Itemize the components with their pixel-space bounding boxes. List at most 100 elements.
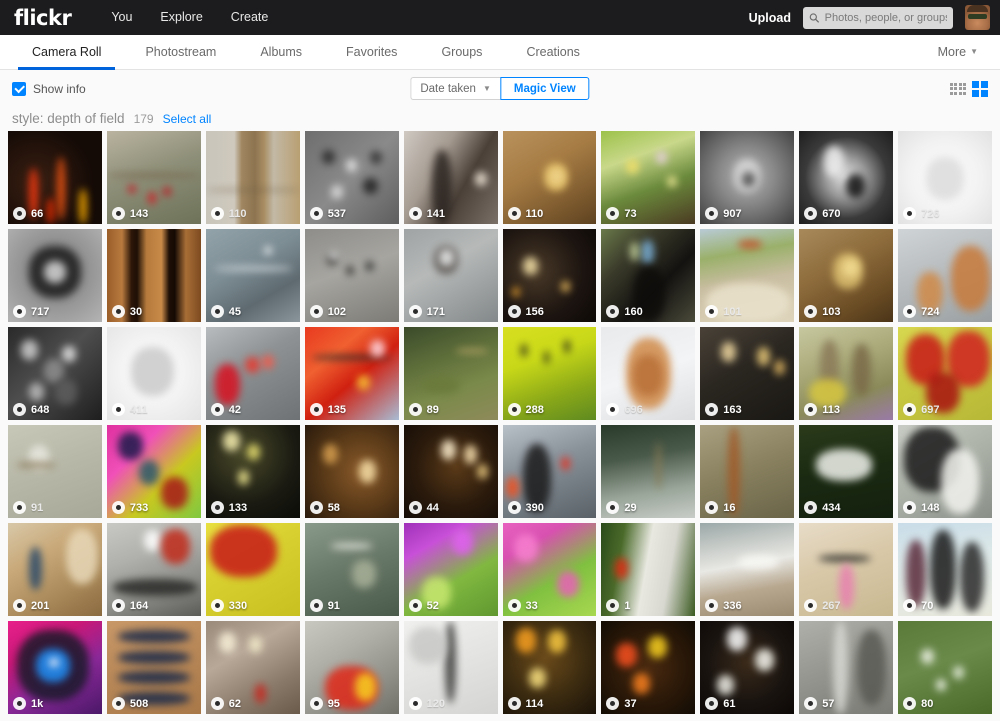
photo-tile[interactable]: 133 — [205, 425, 300, 518]
photo-tile[interactable]: 42 — [205, 327, 300, 420]
show-info-checkbox[interactable] — [12, 81, 26, 96]
photo-tile[interactable]: 95 — [304, 621, 399, 714]
photo-tile[interactable]: 143 — [106, 131, 201, 224]
photo-tile[interactable]: 101 — [700, 229, 795, 322]
eye-icon — [903, 305, 917, 318]
photo-tile[interactable]: 434 — [799, 425, 894, 518]
photo-tile[interactable]: 411 — [106, 327, 201, 420]
search-box[interactable] — [803, 6, 953, 29]
photo-tile[interactable]: 537 — [304, 131, 399, 224]
more-menu-button[interactable]: More ▼ — [938, 35, 990, 69]
photo-accent-shape — [118, 650, 190, 664]
photo-tile[interactable]: 57 — [799, 621, 894, 714]
photo-tile[interactable]: 73 — [601, 131, 696, 224]
photo-tile[interactable]: 110 — [205, 131, 300, 224]
photo-stats: 411 — [111, 403, 148, 416]
photo-tile[interactable]: 156 — [502, 229, 597, 322]
user-avatar[interactable] — [965, 5, 990, 30]
photo-tile[interactable]: 141 — [403, 131, 498, 224]
photo-tile[interactable]: 733 — [106, 425, 201, 518]
photo-stats: 73 — [606, 207, 637, 220]
nav-you[interactable]: You — [97, 0, 146, 35]
photo-tile[interactable]: 267 — [799, 523, 894, 616]
photo-tile[interactable]: 1 — [601, 523, 696, 616]
photo-tile[interactable]: 164 — [106, 523, 201, 616]
photo-tile[interactable]: 390 — [502, 425, 597, 518]
photo-tile[interactable]: 330 — [205, 523, 300, 616]
upload-button[interactable]: Upload — [749, 11, 791, 25]
photo-accent-shape — [444, 621, 457, 703]
photo-tile[interactable]: 91 — [8, 425, 102, 518]
photo-tile[interactable]: 148 — [898, 425, 992, 518]
photo-tile[interactable]: 288 — [502, 327, 597, 420]
eye-icon — [111, 599, 125, 612]
photo-tile[interactable]: 61 — [700, 621, 795, 714]
photo-tile[interactable]: 1k — [8, 621, 102, 714]
tab-favorites[interactable]: Favorites — [324, 35, 419, 69]
photo-stats: 133 — [210, 501, 247, 514]
photo-tile[interactable]: 724 — [898, 229, 992, 322]
tab-creations[interactable]: Creations — [504, 35, 602, 69]
photo-accent-shape — [47, 197, 54, 224]
photo-tile[interactable]: 33 — [502, 523, 597, 616]
photo-tile[interactable]: 135 — [304, 327, 399, 420]
photo-tile[interactable]: 52 — [403, 523, 498, 616]
photo-accent-shape — [441, 439, 457, 461]
flickr-logo[interactable]: flickr — [14, 6, 72, 30]
eye-icon — [804, 697, 818, 710]
photo-tile[interactable]: 89 — [403, 327, 498, 420]
photo-tile[interactable]: 66 — [8, 131, 102, 224]
photo-tile[interactable]: 696 — [601, 327, 696, 420]
sort-dropdown[interactable]: Date taken ▼ — [410, 77, 500, 100]
photo-tile[interactable]: 114 — [502, 621, 597, 714]
photo-tile[interactable]: 44 — [403, 425, 498, 518]
grid-large-icon[interactable] — [972, 80, 988, 97]
photo-tile[interactable]: 58 — [304, 425, 399, 518]
photo-tile[interactable]: 508 — [106, 621, 201, 714]
select-all-link[interactable]: Select all — [163, 112, 212, 126]
photo-tile[interactable]: 201 — [8, 523, 102, 616]
tab-camera-roll[interactable]: Camera Roll — [10, 35, 123, 70]
nav-create[interactable]: Create — [217, 0, 283, 35]
photo-stats: 61 — [705, 697, 736, 710]
photo-tile[interactable]: 102 — [304, 229, 399, 322]
primary-nav: You Explore Create — [97, 0, 282, 35]
photo-tile[interactable]: 163 — [700, 327, 795, 420]
photo-tile[interactable]: 697 — [898, 327, 992, 420]
photo-tile[interactable]: 336 — [700, 523, 795, 616]
grid-small-icon[interactable] — [949, 82, 966, 95]
view-count: 1 — [624, 599, 631, 612]
photo-tile[interactable]: 110 — [502, 131, 597, 224]
photo-tile[interactable]: 171 — [403, 229, 498, 322]
photo-tile[interactable]: 113 — [799, 327, 894, 420]
photo-tile[interactable]: 726 — [898, 131, 992, 224]
tab-photostream[interactable]: Photostream — [123, 35, 238, 69]
photo-tile[interactable]: 91 — [304, 523, 399, 616]
photo-tile[interactable]: 907 — [700, 131, 795, 224]
tab-groups[interactable]: Groups — [419, 35, 504, 69]
photo-tile[interactable]: 70 — [898, 523, 992, 616]
show-info-toggle[interactable]: Show info — [12, 81, 86, 96]
photo-tile[interactable]: 160 — [601, 229, 696, 322]
photo-tile[interactable]: 103 — [799, 229, 894, 322]
photo-tile[interactable]: 45 — [205, 229, 300, 322]
photo-tile[interactable]: 16 — [700, 425, 795, 518]
magic-view-button[interactable]: Magic View — [499, 77, 590, 100]
photo-accent-shape — [54, 379, 78, 406]
grid-size-toggles — [949, 80, 988, 97]
photo-tile[interactable]: 670 — [799, 131, 894, 224]
search-input[interactable] — [824, 11, 947, 24]
nav-explore[interactable]: Explore — [146, 0, 216, 35]
photo-tile[interactable]: 648 — [8, 327, 102, 420]
photo-tile[interactable]: 717 — [8, 229, 102, 322]
photo-tile[interactable]: 30 — [106, 229, 201, 322]
view-count: 113 — [822, 403, 840, 416]
photo-tile[interactable]: 37 — [601, 621, 696, 714]
photo-tile[interactable]: 120 — [403, 621, 498, 714]
photo-tile[interactable]: 62 — [205, 621, 300, 714]
photo-stats: 110 — [210, 207, 247, 220]
photo-tile[interactable]: 80 — [898, 621, 992, 714]
tab-albums[interactable]: Albums — [238, 35, 324, 69]
eye-icon — [210, 697, 224, 710]
photo-tile[interactable]: 29 — [601, 425, 696, 518]
